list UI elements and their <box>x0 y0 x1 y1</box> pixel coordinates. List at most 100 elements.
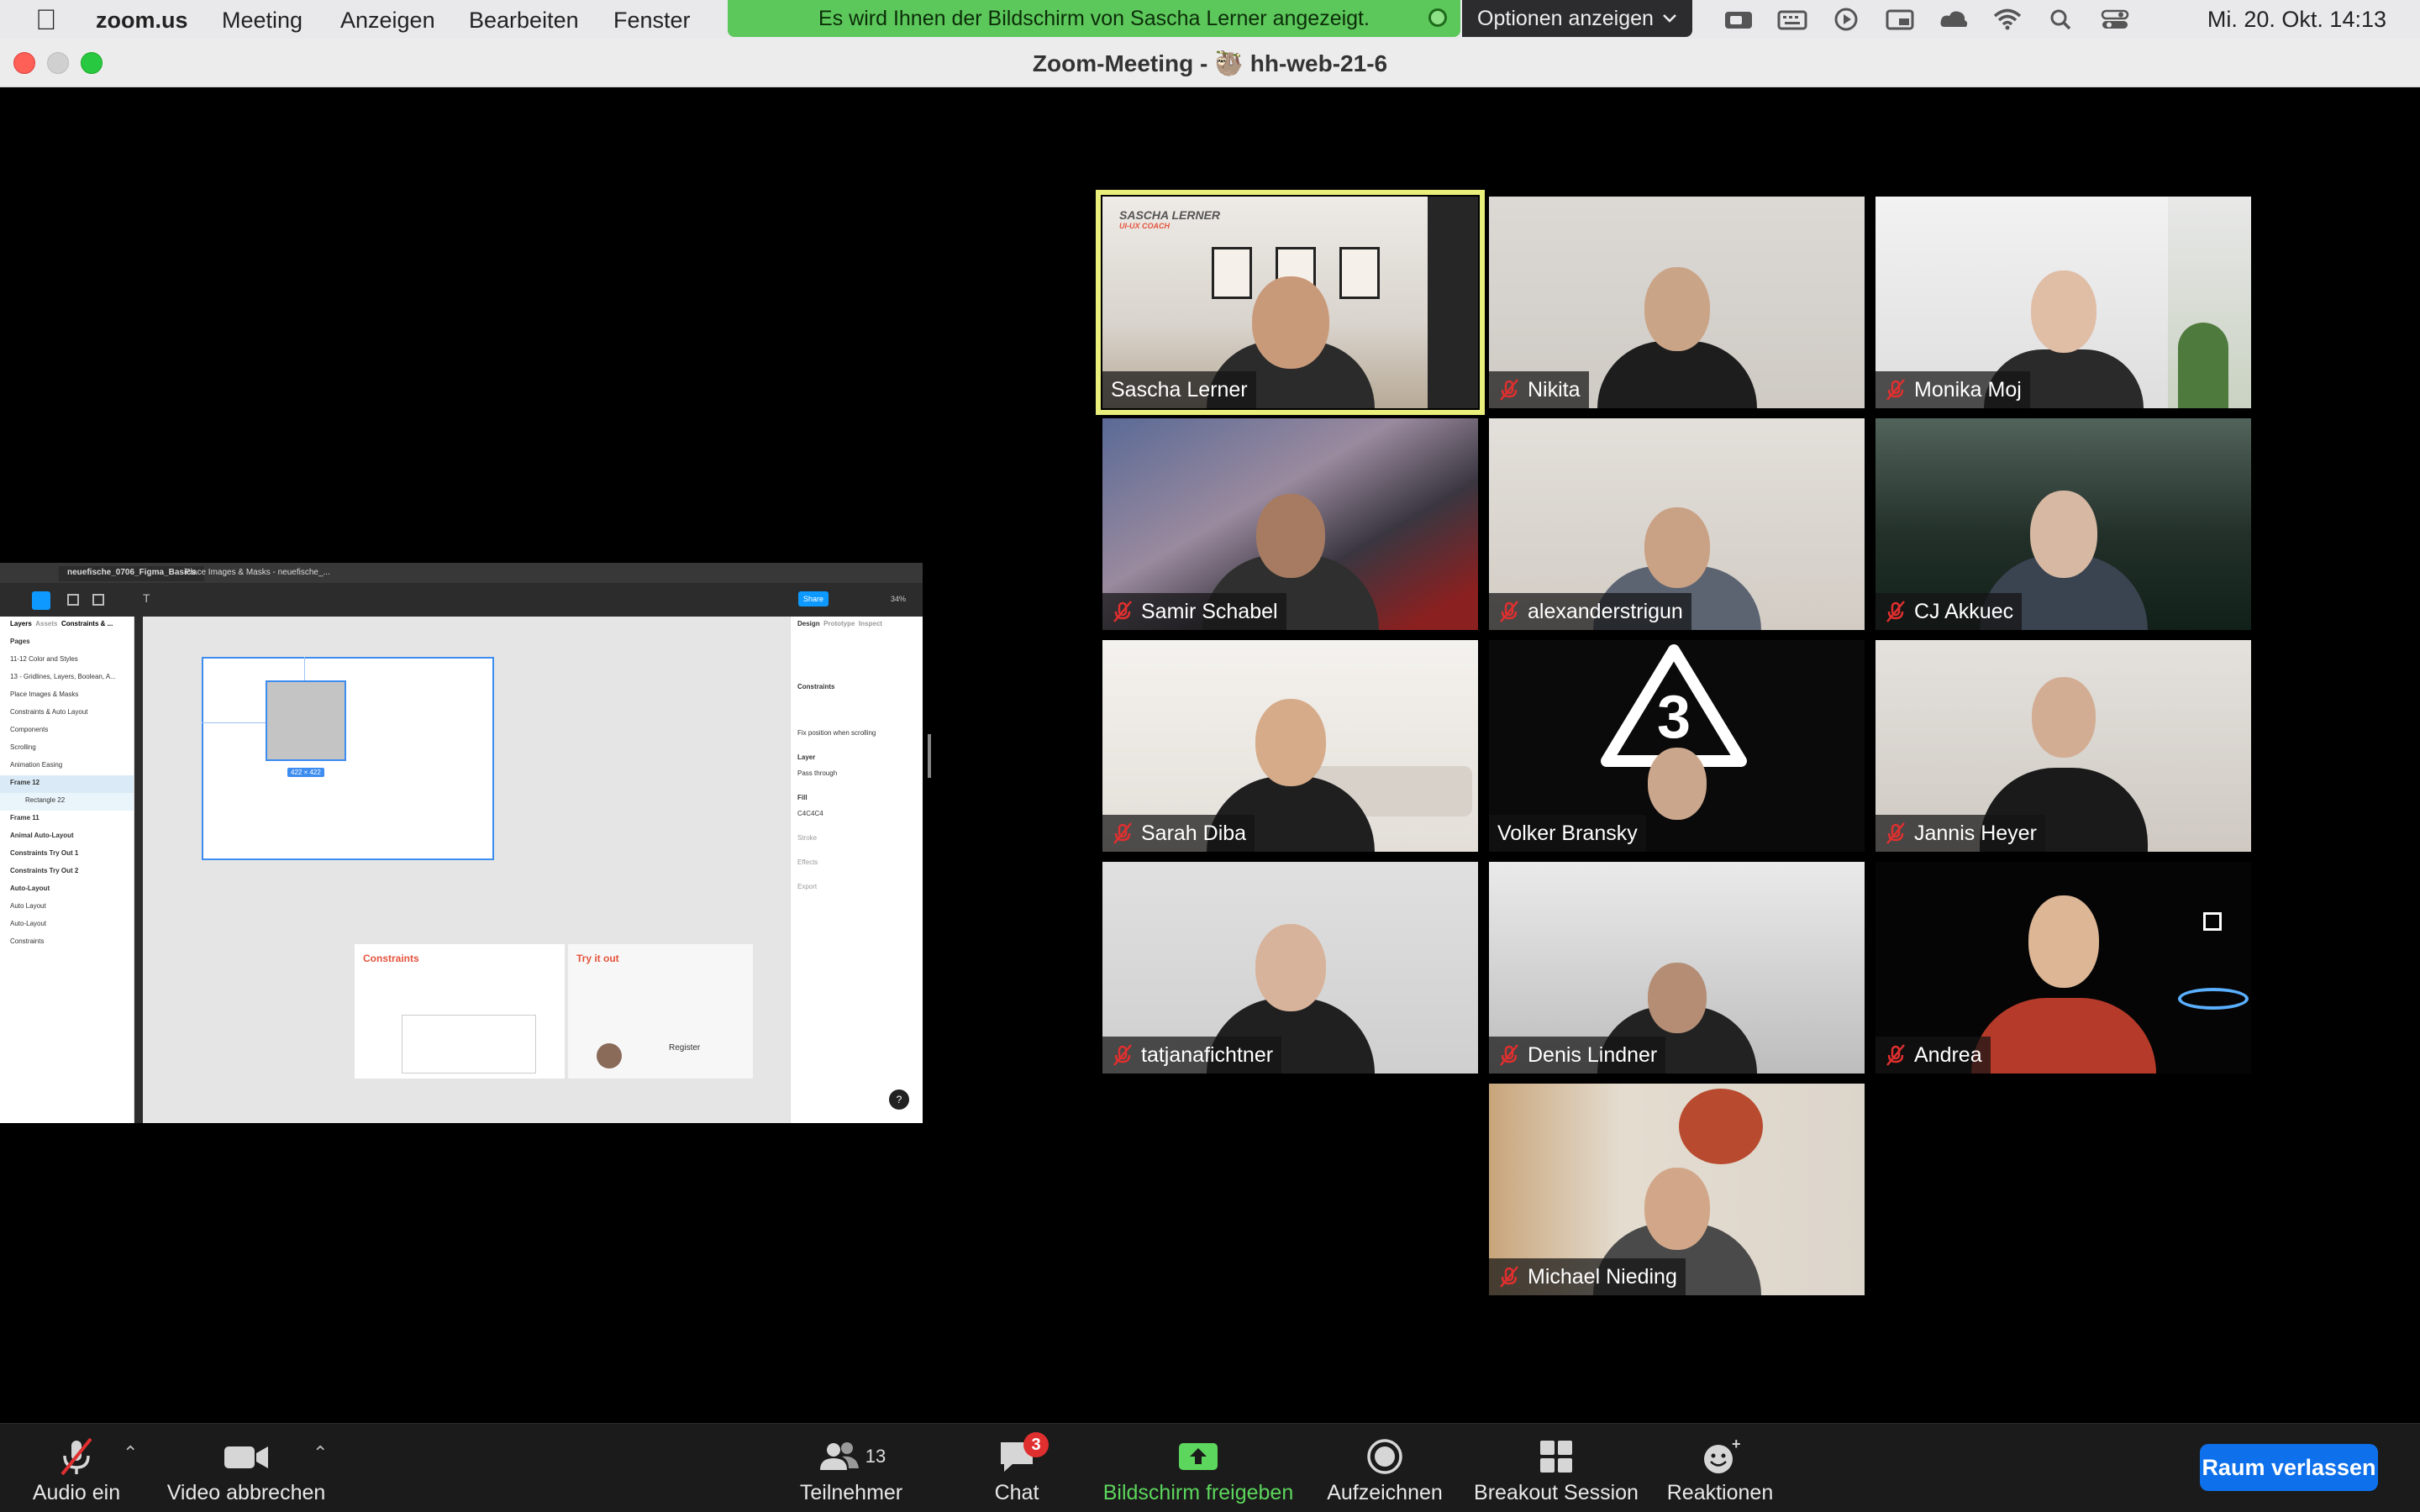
participant-tile[interactable]: Sarah Diba <box>1102 640 1478 852</box>
figma-pages-label: Pages <box>10 638 30 645</box>
figma-share-button: Share <box>798 591 829 606</box>
participant-name: Nikita <box>1528 377 1581 402</box>
video-options-chevron-icon[interactable]: ⌃ <box>313 1442 328 1464</box>
figma-tab: Place Images & Masks - neuefische_... <box>185 568 330 577</box>
macos-menubar:  zoom.us Meeting Anzeigen Bearbeiten Fe… <box>0 0 2420 39</box>
record-button[interactable]: Aufzeichnen <box>1324 1434 1445 1505</box>
participant-tile[interactable]: alexanderstrigun <box>1489 418 1865 630</box>
frame-tool-icon <box>67 594 79 606</box>
chat-button[interactable]: 3 Chat <box>983 1432 1050 1505</box>
participant-tile[interactable]: Nikita <box>1489 197 1865 408</box>
reactions-label: Reaktionen <box>1666 1481 1774 1504</box>
microphone-muted-icon <box>1113 601 1132 622</box>
participant-tile[interactable]: Michael Nieding <box>1489 1084 1865 1295</box>
video-camera-icon <box>224 1446 268 1468</box>
breakout-rooms-icon <box>1540 1441 1572 1473</box>
participant-tile[interactable]: CJ Akkuec <box>1876 418 2251 630</box>
figma-toolbar: T Share 34% <box>0 583 923 617</box>
menu-app-name[interactable]: zoom.us <box>96 8 188 34</box>
participant-tile[interactable]: SASCHA LERNER UI-UX COACH Sascha Lerner <box>1096 190 1485 415</box>
keyboard-icon[interactable] <box>1776 7 1808 32</box>
figma-layer-item: Rectangle 22 <box>0 793 134 811</box>
figma-page-item: Components <box>10 726 49 733</box>
participant-name: Monika Moj <box>1914 377 2022 402</box>
reactions-icon: + <box>1704 1437 1740 1473</box>
wifi-icon[interactable] <box>1991 7 2023 32</box>
apple-menu-icon[interactable]:  <box>35 4 57 37</box>
figma-card-content <box>402 1015 536 1074</box>
creative-cloud-icon[interactable] <box>1938 7 1970 32</box>
reactions-button[interactable]: + Reaktionen <box>1665 1434 1775 1505</box>
participant-name-badge: tatjanafichtner <box>1102 1037 1282 1074</box>
split-view-handle[interactable] <box>928 734 931 778</box>
figma-page-item: Animation Easing <box>10 761 63 769</box>
audio-button[interactable]: Audio ein <box>29 1434 124 1505</box>
picture-in-picture-icon[interactable] <box>1884 7 1916 32</box>
menu-meeting[interactable]: Meeting <box>222 8 302 34</box>
svg-text:3: 3 <box>1657 684 1691 751</box>
participant-name: tatjanafichtner <box>1141 1042 1274 1067</box>
participant-name: CJ Akkuec <box>1914 599 2014 623</box>
person-head <box>2030 270 2096 353</box>
participant-name: Michael Nieding <box>1528 1264 1677 1289</box>
meeting-stage: neuefische_0706_Figma_Basics Place Image… <box>0 87 2420 1423</box>
clock[interactable]: Mi. 20. Okt. 14:13 <box>2207 7 2386 33</box>
overlay-text: SASCHA LERNER <box>1119 208 1221 222</box>
participant-tile[interactable]: Andrea <box>1876 862 2251 1074</box>
participant-name-badge: Volker Bransky <box>1489 815 1646 852</box>
figma-section-label: Pass through <box>797 769 838 777</box>
participant-name-badge: Jannis Heyer <box>1876 815 2045 852</box>
screen-share-banner: Es wird Ihnen der Bildschirm von Sascha … <box>728 0 1460 37</box>
share-screen-icon <box>1179 1443 1218 1470</box>
avatar <box>597 1043 622 1068</box>
shared-screen[interactable]: neuefische_0706_Figma_Basics Place Image… <box>0 563 923 1123</box>
figma-layer-item: Auto-Layout <box>10 885 50 892</box>
figma-page-item: 11-12 Color and Styles <box>10 655 78 663</box>
menu-edit[interactable]: Bearbeiten <box>469 8 579 34</box>
share-screen-button[interactable]: Bildschirm freigeben <box>1097 1434 1299 1505</box>
video-button[interactable]: Video abbrechen <box>165 1434 328 1505</box>
view-options-button[interactable]: Optionen anzeigen <box>1462 0 1692 37</box>
constraint-line <box>202 722 266 723</box>
leave-meeting-button[interactable]: Raum verlassen <box>2200 1444 2378 1491</box>
participant-tile[interactable]: Samir Schabel <box>1102 418 1478 630</box>
screen-share-banner-text: Es wird Ihnen der Bildschirm von Sascha … <box>818 6 1370 30</box>
microphone-muted-icon <box>1886 822 1905 844</box>
control-center-icon[interactable] <box>2099 7 2131 32</box>
microphone-muted-icon <box>1113 822 1132 844</box>
person-head <box>1647 963 1707 1033</box>
view-options-label: Optionen anzeigen <box>1477 6 1654 30</box>
video-label: Video abbrechen <box>166 1481 326 1504</box>
participant-tile[interactable]: 3 Volker Bransky <box>1489 640 1865 852</box>
portal-sign <box>2203 912 2222 931</box>
overlay-logo: SASCHA LERNER UI-UX COACH <box>1119 208 1220 230</box>
participant-name-badge: CJ Akkuec <box>1876 593 2023 630</box>
chat-unread-badge: 3 <box>1023 1432 1049 1457</box>
share-screen-label: Bildschirm freigeben <box>1102 1481 1294 1504</box>
play-icon[interactable] <box>1830 7 1862 32</box>
participant-tile[interactable]: tatjanafichtner <box>1102 862 1478 1074</box>
record-label: Aufzeichnen <box>1327 1481 1443 1504</box>
person-head <box>1644 1168 1710 1250</box>
microphone-muted-icon <box>1500 601 1518 622</box>
menu-window[interactable]: Fenster <box>613 8 691 34</box>
figma-layer-item: Auto-Layout <box>10 920 47 927</box>
participants-button[interactable]: 13 Teilnehmer <box>797 1434 906 1505</box>
participant-name: Samir Schabel <box>1141 599 1278 623</box>
figma-section-label: Fix position when scrolling <box>797 729 876 737</box>
participant-name: Sascha Lerner <box>1111 377 1248 402</box>
audio-options-chevron-icon[interactable]: ⌃ <box>123 1442 138 1464</box>
figma-section-label: Fill <box>797 794 808 801</box>
participant-tile[interactable]: Denis Lindner <box>1489 862 1865 1074</box>
menu-view[interactable]: Anzeigen <box>340 8 435 34</box>
figma-panel-tab-assets: Assets <box>35 620 58 627</box>
participant-name-badge: Michael Nieding <box>1489 1258 1686 1295</box>
participant-tile[interactable]: Jannis Heyer <box>1876 640 2251 852</box>
figma-card-title: Try it out <box>576 953 619 964</box>
breakout-button[interactable]: Breakout Session <box>1472 1434 1640 1505</box>
participant-tile[interactable]: Monika Moj <box>1876 197 2251 408</box>
video-camera-icon[interactable] <box>1723 7 1754 32</box>
search-icon[interactable] <box>2045 7 2077 32</box>
figma-zoom-level: 34% <box>891 595 907 603</box>
help-button: ? <box>889 1089 909 1110</box>
